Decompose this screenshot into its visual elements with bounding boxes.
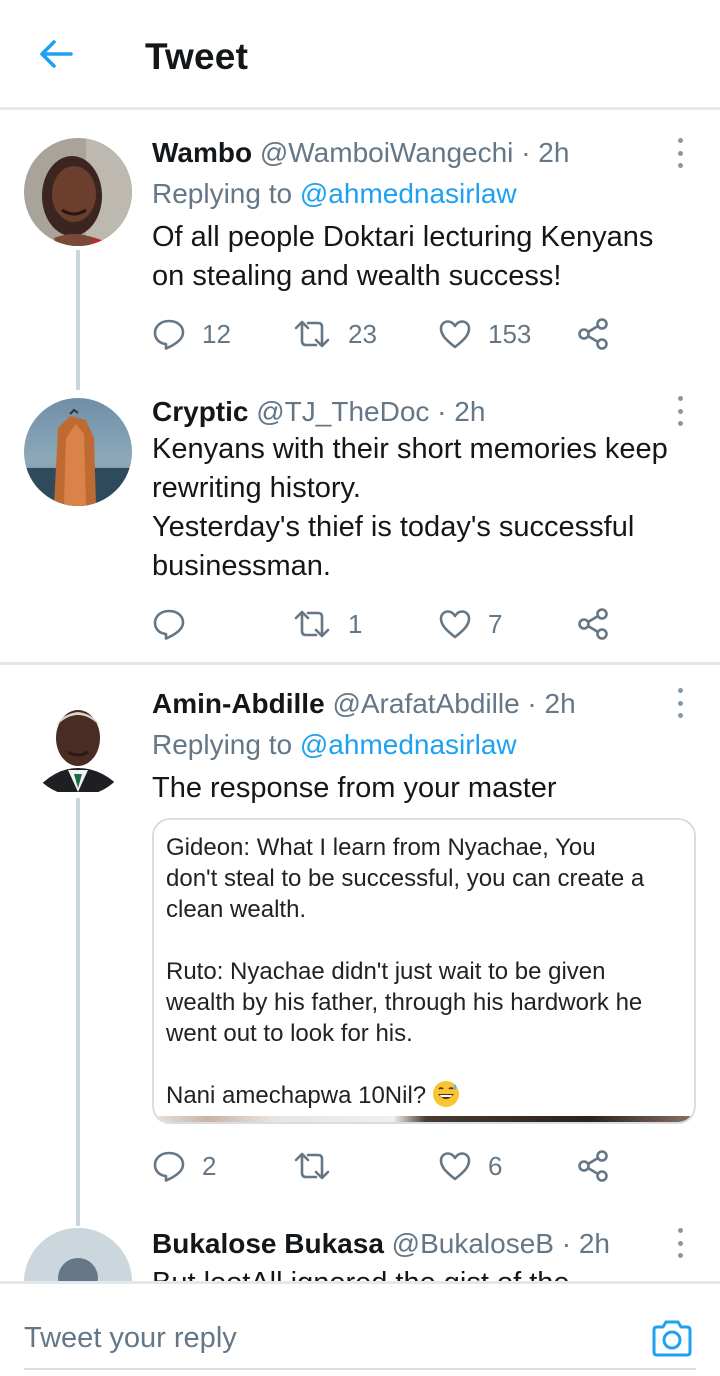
- image-text-line: don't steal to be successful, you can cr…: [166, 865, 645, 892]
- replying-to: Replying to @ahmednasirlaw: [152, 178, 517, 210]
- timestamp: · 2h: [521, 137, 570, 168]
- more-options-button[interactable]: [668, 1228, 692, 1258]
- share-icon: [578, 608, 608, 640]
- reply-button[interactable]: [152, 604, 202, 644]
- replying-to: Replying to @ahmednasirlaw: [152, 729, 517, 761]
- more-options-button[interactable]: [668, 396, 692, 426]
- arrow-left-icon: [40, 40, 73, 68]
- timestamp: · 2h: [561, 1228, 610, 1259]
- like-count: 7: [488, 608, 503, 639]
- image-text-line: went out to look for his.: [166, 1020, 413, 1047]
- more-options-button[interactable]: [668, 688, 692, 718]
- tweet-text-line: businessman.: [152, 550, 331, 582]
- timestamp: · 2h: [437, 396, 486, 427]
- camera-icon: [652, 1320, 692, 1357]
- tweet-actions: 2 6: [152, 1146, 622, 1186]
- mention-link[interactable]: @ahmednasirlaw: [300, 178, 517, 209]
- heart-icon: [439, 320, 471, 349]
- display-name[interactable]: Amin-Abdille: [152, 688, 325, 719]
- tweet-text-line: Of all people Doktari lecturing Kenyans: [152, 221, 654, 253]
- tweet-header: Amin-Abdille @ArafatAbdille · 2h: [152, 688, 576, 720]
- heart-icon: [439, 610, 471, 639]
- heart-icon: [439, 1152, 471, 1181]
- reply-input-underline: [24, 1368, 696, 1370]
- image-bottom-strip: [154, 1116, 694, 1122]
- tweet-text-line: The response from your master: [152, 772, 557, 804]
- tweet-actions: 12 23 153: [152, 314, 622, 354]
- timestamp: · 2h: [527, 688, 576, 719]
- tweet-text-line: on stealing and wealth success!: [152, 260, 562, 292]
- reply-input[interactable]: Tweet your reply: [24, 1322, 237, 1355]
- avatar[interactable]: [24, 138, 132, 246]
- display-name[interactable]: Cryptic: [152, 396, 248, 427]
- camera-button[interactable]: [650, 1318, 694, 1358]
- tweet-image[interactable]: Gideon: What I learn from Nyachae, You d…: [152, 818, 696, 1124]
- share-button[interactable]: [576, 1146, 610, 1186]
- like-button[interactable]: 6: [438, 1146, 502, 1186]
- like-button[interactable]: 7: [438, 604, 502, 644]
- retweet-icon: [294, 610, 330, 638]
- more-options-button[interactable]: [668, 138, 692, 168]
- reply-icon: [153, 319, 185, 350]
- retweet-icon: [294, 320, 330, 348]
- like-count: 6: [488, 1150, 503, 1181]
- image-text: Gideon: What I learn from Nyachae, You d…: [166, 832, 686, 1111]
- like-count: 153: [488, 318, 532, 349]
- grinning-sweat-emoji-icon: [433, 1081, 460, 1107]
- share-icon: [578, 318, 608, 350]
- image-text-line: wealth by his father, through his hardwo…: [166, 989, 643, 1016]
- image-text-line: Gideon: What I learn from Nyachae, You: [166, 834, 596, 861]
- reply-icon: [153, 609, 185, 640]
- reply-composer: Tweet your reply: [0, 1281, 720, 1376]
- retweet-count: 23: [348, 318, 377, 349]
- retweet-button[interactable]: 1: [292, 604, 362, 644]
- tweet-header: Cryptic @TJ_TheDoc · 2h: [152, 396, 485, 428]
- image-text-line: clean wealth.: [166, 896, 307, 923]
- user-handle[interactable]: @ArafatAbdille: [332, 688, 519, 719]
- retweet-button[interactable]: 23: [292, 314, 377, 354]
- tweet-header: Wambo @WamboiWangechi · 2h: [152, 137, 569, 169]
- reply-count: 2: [202, 1150, 217, 1181]
- back-button[interactable]: [32, 34, 80, 74]
- replying-prefix: Replying to: [152, 178, 293, 209]
- like-button[interactable]: 153: [438, 314, 531, 354]
- thread-line: [76, 798, 80, 1226]
- avatar[interactable]: [24, 688, 132, 796]
- tweet-text-line: rewriting history.: [152, 472, 361, 504]
- reply-icon: [153, 1151, 185, 1182]
- retweet-icon: [294, 1152, 330, 1180]
- user-handle[interactable]: @TJ_TheDoc: [256, 396, 429, 427]
- tweet-text-line: Yesterday's thief is today's successful: [152, 511, 635, 543]
- replying-prefix: Replying to: [152, 729, 293, 760]
- tweet-text-line: Kenyans with their short memories keep: [152, 433, 668, 465]
- top-bar: Tweet: [0, 0, 720, 110]
- share-button[interactable]: [576, 604, 610, 644]
- mention-link[interactable]: @ahmednasirlaw: [300, 729, 517, 760]
- reply-button[interactable]: 2: [152, 1146, 216, 1186]
- share-icon: [578, 1150, 608, 1182]
- tweet-text: Of all people Doktari lecturing Kenyans …: [152, 218, 702, 296]
- display-name[interactable]: Bukalose Bukasa: [152, 1228, 384, 1259]
- tweet-header: Bukalose Bukasa @BukaloseB · 2h: [152, 1228, 610, 1260]
- retweet-count: 1: [348, 608, 363, 639]
- avatar[interactable]: [24, 398, 132, 506]
- user-handle[interactable]: @WamboiWangechi: [260, 137, 514, 168]
- tweet-text: Kenyans with their short memories keep r…: [152, 430, 702, 586]
- divider: [0, 662, 720, 665]
- user-handle[interactable]: @BukaloseB: [392, 1228, 554, 1259]
- reply-count: 12: [202, 318, 231, 349]
- reply-button[interactable]: 12: [152, 314, 231, 354]
- tweet-text: The response from your master: [152, 769, 702, 808]
- thread-line: [76, 250, 80, 390]
- display-name[interactable]: Wambo: [152, 137, 252, 168]
- image-text-line: Nani amechapwa 10Nil?: [166, 1082, 427, 1109]
- image-text-line: Ruto: Nyachae didn't just wait to be giv…: [166, 958, 606, 985]
- tweet-actions: 1 7: [152, 604, 622, 644]
- page-title: Tweet: [145, 36, 249, 77]
- share-button[interactable]: [576, 314, 610, 354]
- retweet-button[interactable]: [292, 1146, 348, 1186]
